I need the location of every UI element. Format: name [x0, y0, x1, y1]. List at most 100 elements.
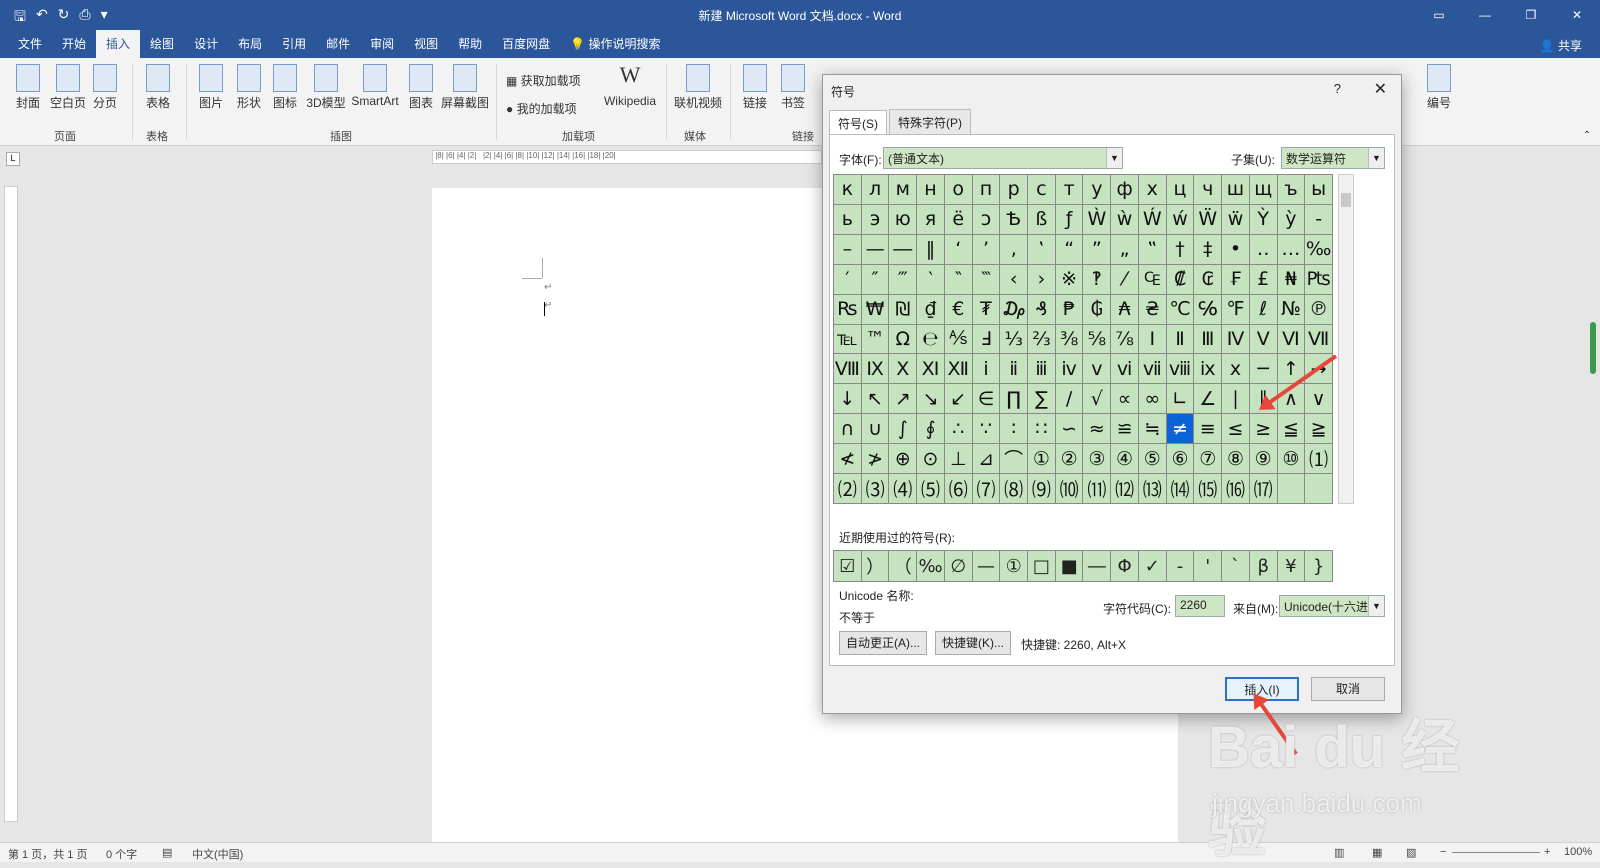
symbol-cell[interactable]: ч	[1194, 175, 1222, 204]
from-select[interactable]: Unicode(十六进制) ▼	[1279, 595, 1385, 617]
symbol-cell[interactable]: Ẅ	[1194, 204, 1222, 234]
symbol-cell[interactable]: ④	[1111, 444, 1138, 474]
symbol-cell[interactable]: ‹	[1000, 264, 1028, 294]
page-count[interactable]: 第 1 页，共 1 页	[8, 846, 87, 862]
symbol-cell[interactable]: ‟	[1138, 234, 1166, 264]
symbol-cell[interactable]: ₨	[834, 294, 861, 324]
page-break-button[interactable]: 分页	[90, 62, 120, 111]
bookmark-button[interactable]: 书签	[778, 62, 808, 111]
symbol-cell[interactable]: ₰	[1028, 294, 1055, 324]
symbol-cell[interactable]: ⑵	[834, 474, 861, 503]
blank-page-button[interactable]: 空白页	[48, 62, 88, 111]
recent-symbol-cell[interactable]: ‰	[917, 551, 944, 581]
tab-layout[interactable]: 布局	[228, 30, 272, 58]
recent-symbol-cell[interactable]: -	[1166, 551, 1194, 581]
tab-home[interactable]: 开始	[52, 30, 96, 58]
tab-design[interactable]: 设计	[184, 30, 228, 58]
symbol-cell[interactable]: ⑨	[1249, 444, 1277, 474]
ribbon-display-icon[interactable]: ▭	[1416, 0, 1462, 30]
symbol-cell[interactable]: ②	[1055, 444, 1083, 474]
symbol-cell[interactable]: ≌	[1111, 414, 1138, 444]
symbol-cell[interactable]: п	[972, 175, 1000, 204]
symbol-cell[interactable]: ≯	[861, 444, 889, 474]
recent-symbol-cell[interactable]: ∅	[944, 551, 972, 581]
tab-review[interactable]: 审阅	[360, 30, 404, 58]
symbol-cell[interactable]: э	[861, 204, 889, 234]
symbol-cell[interactable]: ‐	[1305, 204, 1332, 234]
symbol-cell[interactable]: ∫	[889, 414, 917, 444]
symbol-cell[interactable]: т	[1055, 175, 1083, 204]
symbol-cell[interactable]	[1277, 474, 1305, 503]
chart-button[interactable]: 图表	[406, 62, 436, 111]
symbol-cell[interactable]: ⅷ	[1166, 354, 1194, 384]
symbol-cell[interactable]: ₣	[1222, 264, 1249, 294]
symbol-cell[interactable]: ‴	[889, 264, 917, 294]
recent-symbol-cell[interactable]: □	[1028, 551, 1055, 581]
recent-symbol-cell[interactable]: `	[1222, 551, 1249, 581]
symbol-cell[interactable]: ₱	[1055, 294, 1083, 324]
symbol-cell[interactable]: ™	[861, 324, 889, 354]
symbol-cell[interactable]: Ⅲ	[1194, 324, 1222, 354]
symbol-cell[interactable]: ⑩	[1277, 444, 1305, 474]
symbol-cell[interactable]: ⅳ	[1055, 354, 1083, 384]
symbol-cell[interactable]: Ⅻ	[944, 354, 972, 384]
symbol-cell[interactable]: р	[1000, 175, 1028, 204]
symbol-cell[interactable]: …	[1277, 234, 1305, 264]
recent-symbol-cell[interactable]: '	[1194, 551, 1222, 581]
symbol-cell[interactable]: ℉	[1222, 294, 1249, 324]
restore-icon[interactable]: ❐	[1508, 0, 1554, 30]
recent-symbol-cell[interactable]: β	[1249, 551, 1277, 581]
symbol-cell[interactable]: ℓ	[1249, 294, 1277, 324]
recent-symbol-cell[interactable]: ―	[1083, 551, 1111, 581]
symbol-cell[interactable]: ‛	[1028, 234, 1055, 264]
recent-symbols[interactable]: ☑）（‰ ∅ — ① □ ■ ― Φ ✓ - ' ` β ¥}	[833, 550, 1333, 582]
symbol-cell[interactable]: ∩	[834, 414, 861, 444]
symbol-cell[interactable]: ⑷	[889, 474, 917, 503]
symbol-cell[interactable]: ⅸ	[1194, 354, 1222, 384]
symbol-cell[interactable]: Ω	[889, 324, 917, 354]
symbol-cell[interactable]: ≡	[1194, 414, 1222, 444]
symbol-cell[interactable]: ẅ	[1222, 204, 1249, 234]
symbol-cell[interactable]: ∣	[1222, 384, 1249, 414]
recent-symbol-cell[interactable]: ☑	[834, 551, 861, 581]
pictures-button[interactable]: 图片	[196, 62, 226, 111]
symbol-cell[interactable]: ≤	[1222, 414, 1249, 444]
symbol-cell[interactable]: –	[834, 234, 861, 264]
symbol-cell[interactable]: ↖	[861, 384, 889, 414]
symbol-cell[interactable]: ⅶ	[1138, 354, 1166, 384]
symbol-cell[interactable]: ⅵ	[1111, 354, 1138, 384]
word-count[interactable]: 0 个字	[106, 846, 137, 862]
symbol-cell[interactable]: о	[944, 175, 972, 204]
symbol-cell[interactable]: ⑺	[972, 474, 1000, 503]
symbol-cell[interactable]: ⑴	[1305, 444, 1332, 474]
symbol-cell[interactable]: Ẁ	[1083, 204, 1111, 234]
symbol-cell[interactable]: ∷	[1028, 414, 1055, 444]
symbol-cell-selected[interactable]: ≠	[1166, 414, 1194, 444]
symbol-grid[interactable]: к л м н о п р с т у ф х ц ч ш щ ъ ы ь э ю я ё ↄ Ѣß ƒ Ẁẁ Ẃẃ Ẅẅ Ỳỳ ‐ – — ― ‖…	[833, 174, 1333, 504]
symbol-cell[interactable]: Ⅴ	[1249, 324, 1277, 354]
symbol-cell[interactable]: ∮	[917, 414, 944, 444]
online-video-button[interactable]: 联机视频	[672, 62, 724, 111]
symbol-cell[interactable]: ⊥	[944, 444, 972, 474]
icons-button[interactable]: 图标	[272, 62, 298, 111]
symbol-grid-scrollbar[interactable]	[1338, 174, 1354, 504]
symbol-cell[interactable]: ß	[1028, 204, 1055, 234]
symbol-cell[interactable]: ∞	[1138, 384, 1166, 414]
tab-mailings[interactable]: 邮件	[316, 30, 360, 58]
symbol-cell[interactable]: ⒄	[1249, 474, 1277, 503]
subset-select[interactable]: 数学运算符 ▼	[1281, 147, 1385, 169]
symbol-cell[interactable]: ъ	[1277, 175, 1305, 204]
symbol-cell[interactable]: ₯	[1000, 294, 1028, 324]
zoom-level[interactable]: 100%	[1564, 846, 1592, 858]
symbol-cell[interactable]: Ⅰ	[1138, 324, 1166, 354]
symbol-cell[interactable]: ℡	[834, 324, 861, 354]
symbol-cell[interactable]: ①	[1028, 444, 1055, 474]
recent-symbol-cell[interactable]: —	[972, 551, 1000, 581]
tab-view[interactable]: 视图	[404, 30, 448, 58]
symbol-cell[interactable]: ⒀	[1138, 474, 1166, 503]
symbol-cell[interactable]: ∑	[1028, 384, 1055, 414]
symbol-cell[interactable]: ⅍	[944, 324, 972, 354]
symbol-cell[interactable]: ₪	[889, 294, 917, 324]
symbol-cell[interactable]: ⊙	[917, 444, 944, 474]
shortcut-key-button[interactable]: 快捷键(K)...	[935, 631, 1011, 655]
